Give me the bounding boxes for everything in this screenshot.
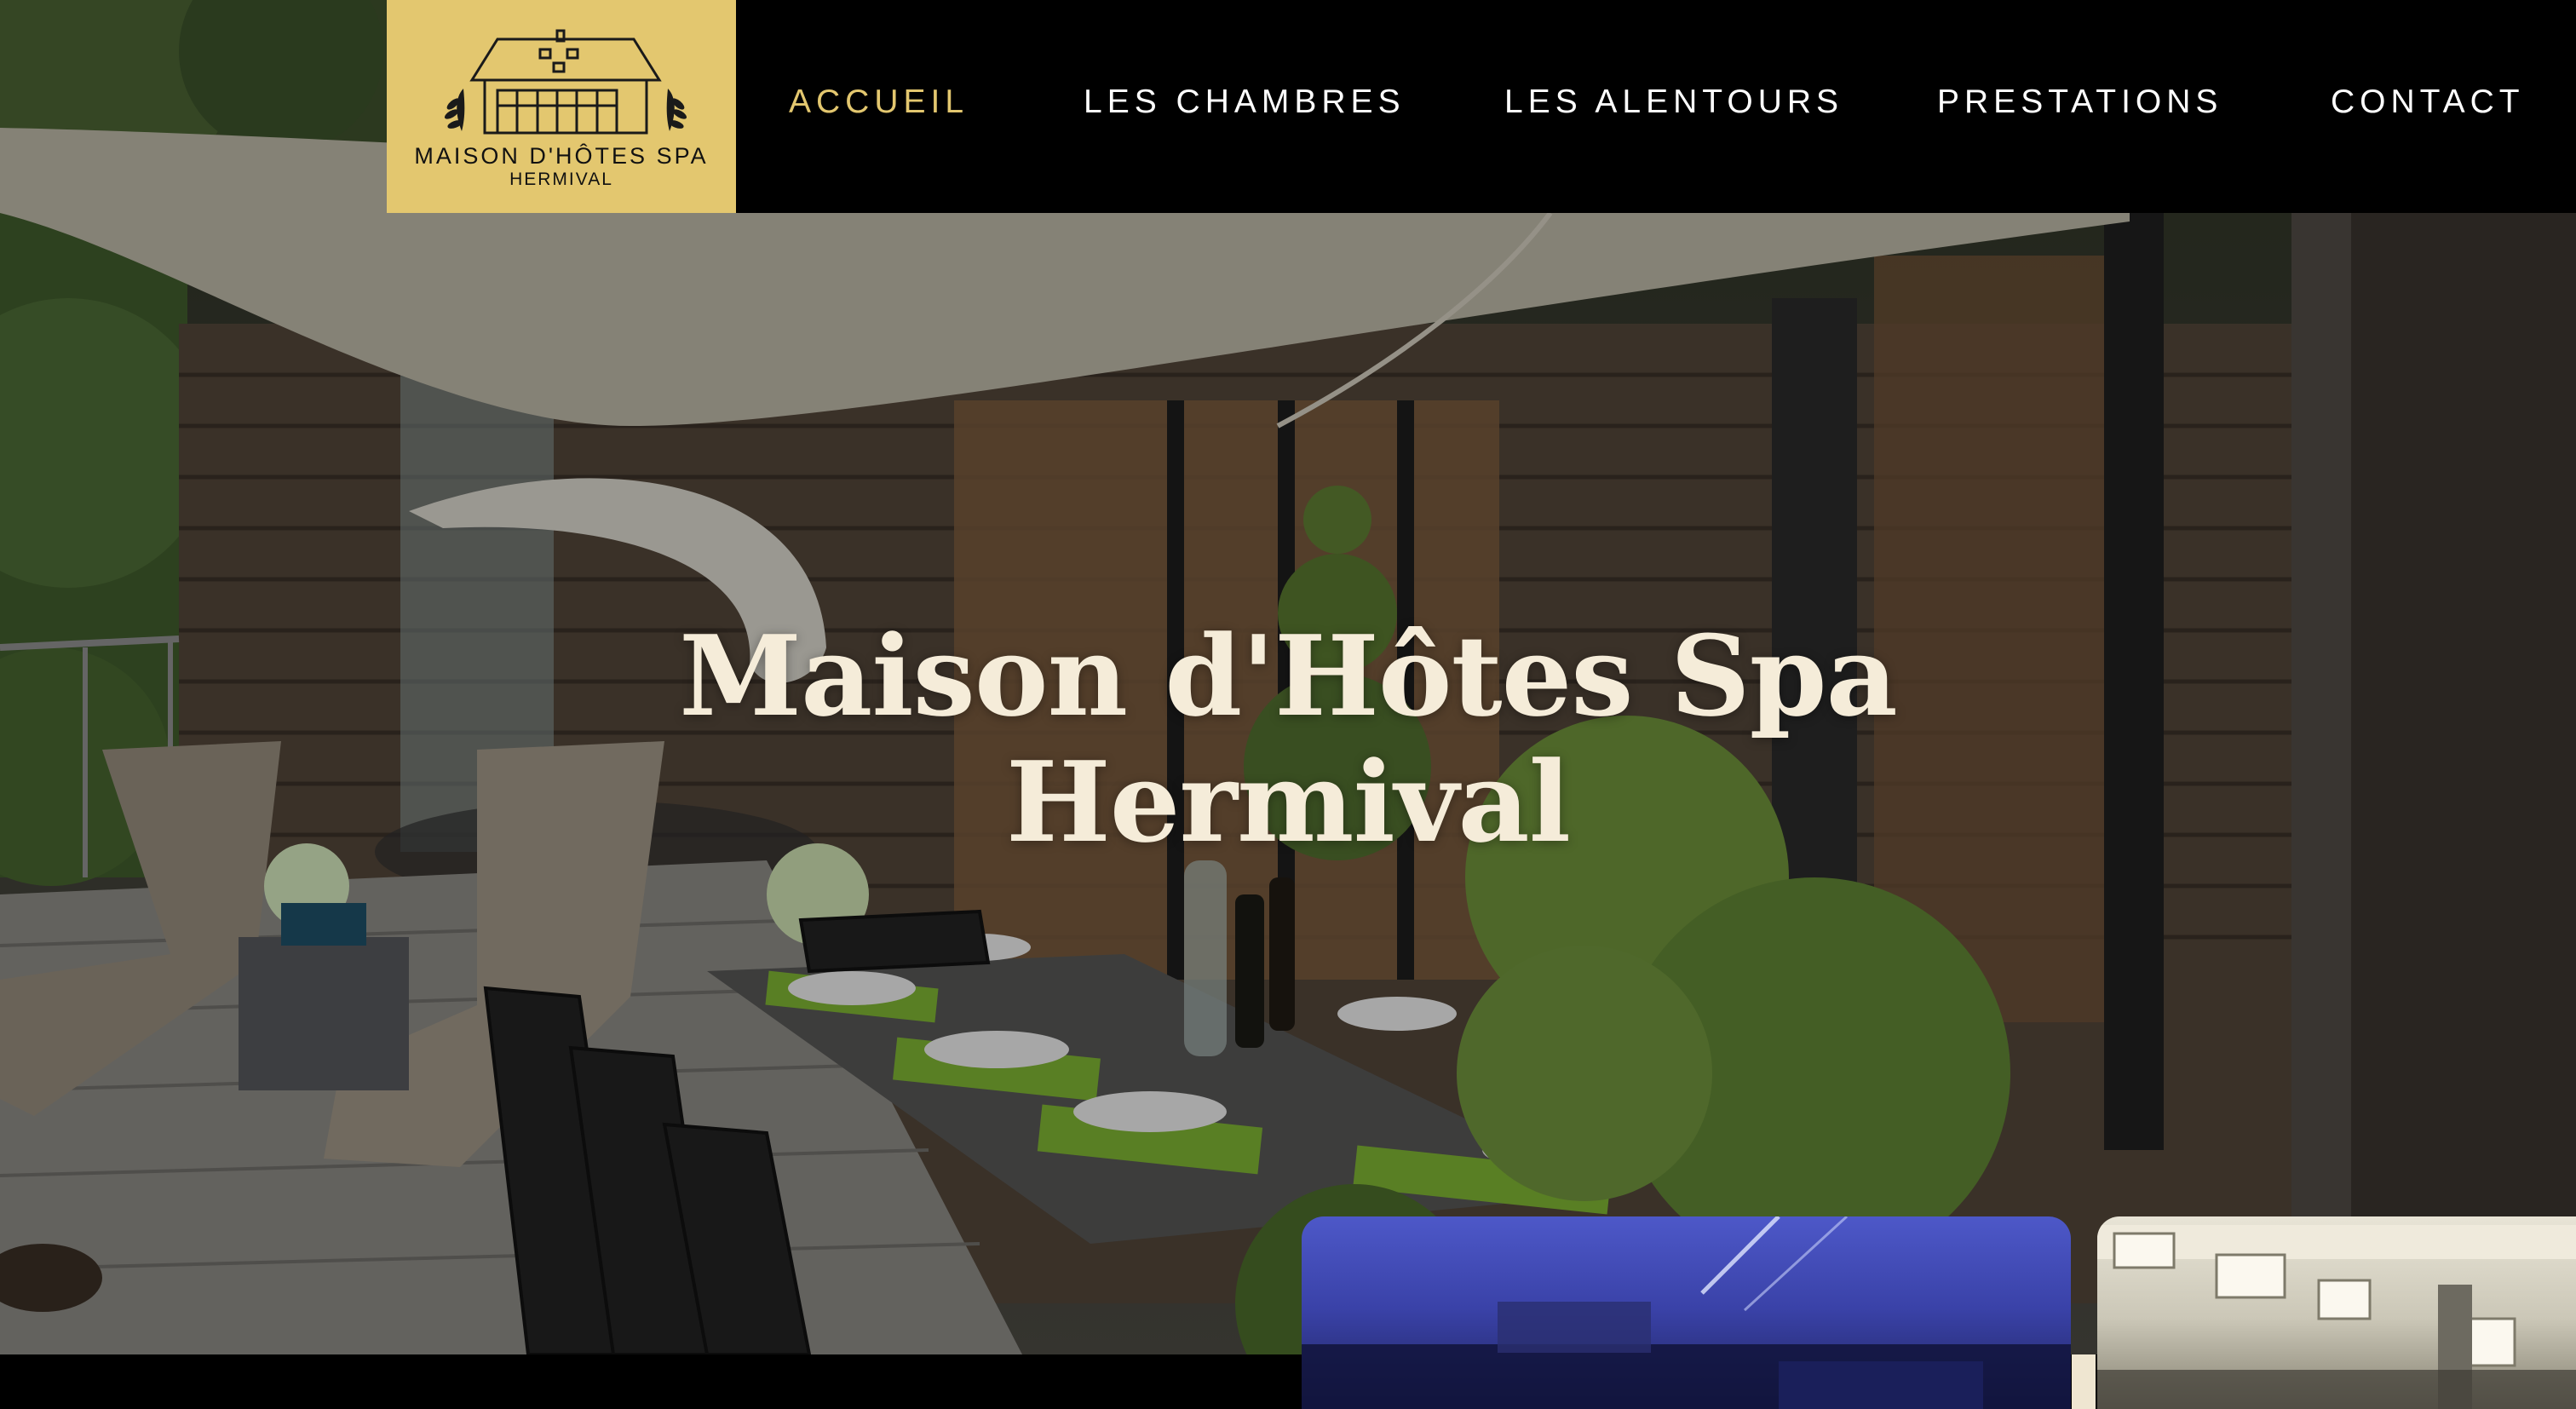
- house-logo-icon: [444, 29, 687, 135]
- nav-accueil[interactable]: ACCUEIL: [789, 83, 969, 121]
- room-photo-icon: [2097, 1225, 2576, 1409]
- site-logo[interactable]: MAISON D'HÔTES SPA HERMIVAL: [387, 0, 736, 213]
- nav-contact[interactable]: CONTACT: [2331, 83, 2525, 121]
- room-preview-card[interactable]: [2097, 1216, 2576, 1409]
- logo-text-line1: MAISON D'HÔTES SPA: [414, 143, 709, 169]
- spa-preview-card[interactable]: [1302, 1216, 2071, 1409]
- spa-photo-icon: [1302, 1216, 2071, 1409]
- nav-les-alentours[interactable]: LES ALENTOURS: [1504, 83, 1843, 121]
- hero-title-line1: Maison d'Hôtes Spa: [679, 611, 1898, 741]
- hero-title-line2: Hermival: [1005, 737, 1571, 867]
- logo-text-line2: HERMIVAL: [509, 170, 613, 189]
- bottom-accent: [2072, 1354, 2096, 1409]
- page: MAISON D'HÔTES SPA HERMIVAL ACCUEIL LES …: [0, 0, 2576, 1409]
- nav-les-chambres[interactable]: LES CHAMBRES: [1084, 83, 1406, 121]
- hero-title: Maison d'Hôtes Spa Hermival: [436, 613, 2140, 866]
- nav-prestations[interactable]: PRESTATIONS: [1937, 83, 2222, 121]
